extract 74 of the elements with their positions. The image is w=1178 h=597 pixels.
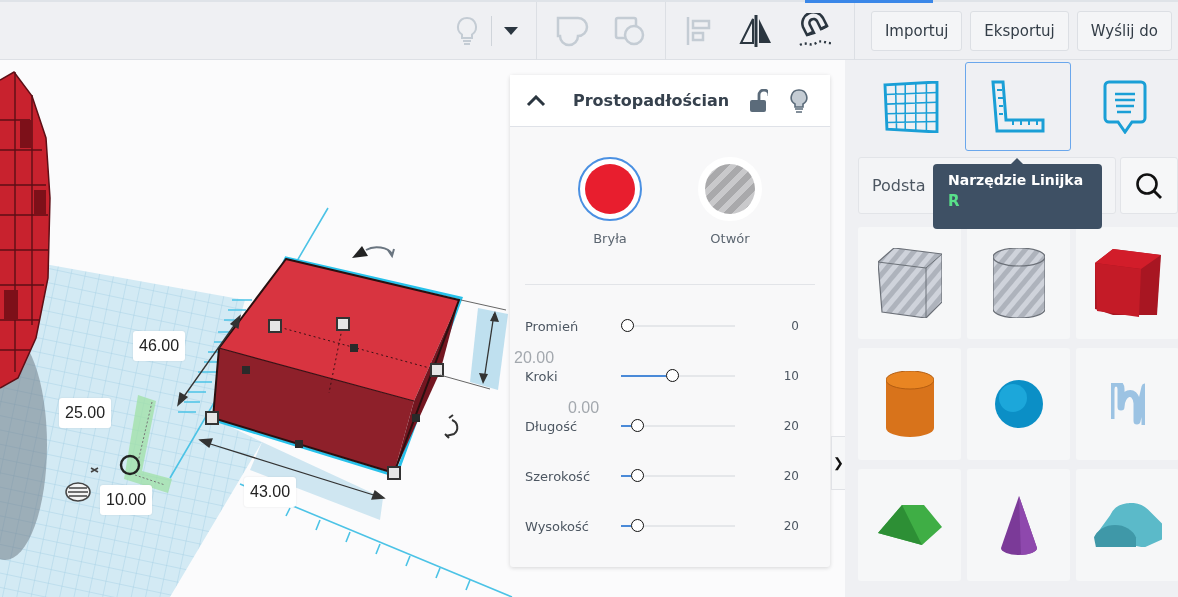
shape-tile[interactable] <box>858 348 961 460</box>
unlocked-padlock-icon[interactable] <box>750 88 768 113</box>
note-bubble-icon <box>1102 79 1147 134</box>
slider-thumb[interactable] <box>666 369 679 382</box>
search-icon <box>1135 171 1163 200</box>
mirror-icon[interactable] <box>737 13 774 48</box>
dimension-label[interactable]: 46.00 <box>133 331 186 361</box>
slider-thumb[interactable] <box>621 319 634 332</box>
parameter-value: 10 <box>782 369 799 383</box>
parameter-label: Kroki <box>525 368 559 384</box>
resize-handle[interactable] <box>205 411 219 425</box>
parameter-value: 20 <box>782 519 799 533</box>
parameter-label: Długość <box>525 418 579 434</box>
lightbulb-icon[interactable] <box>790 88 808 113</box>
slider-thumb[interactable] <box>631 519 644 532</box>
tooltip-shortcut: R <box>948 192 961 210</box>
dimension-label[interactable]: 25.00 <box>59 398 112 428</box>
cone-drawing <box>1000 495 1037 555</box>
parameter-value: 0 <box>790 319 799 333</box>
search-button[interactable] <box>1120 157 1178 214</box>
mode-label: Otwór <box>710 231 750 246</box>
cylinder-drawing <box>885 371 934 437</box>
shape-tile[interactable] <box>1076 348 1178 460</box>
faded-dimension-label: 20.00 <box>514 349 555 367</box>
shape-tile[interactable] <box>967 469 1070 581</box>
view-tab[interactable] <box>964 62 1072 151</box>
toolbar-button[interactable]: Wyślij do <box>1076 10 1172 51</box>
resize-handle[interactable] <box>336 317 350 331</box>
resize-handle[interactable] <box>268 319 282 333</box>
slider-thumb[interactable] <box>631 419 644 432</box>
collapse-caret-icon[interactable] <box>526 94 546 107</box>
striped-circle-icon[interactable] <box>65 482 91 502</box>
close-icon[interactable] <box>90 467 99 473</box>
parameter-label: Szerokość <box>525 468 592 484</box>
resize-handle[interactable] <box>387 466 401 480</box>
parameter-value: 20 <box>782 469 799 483</box>
shape-tile[interactable] <box>1076 469 1178 581</box>
toolbar-button[interactable]: Eksportuj <box>970 10 1069 51</box>
half-cylinder-drawing <box>1093 502 1162 548</box>
dimension-label[interactable]: 10.00 <box>100 485 153 515</box>
shape-tile[interactable] <box>858 227 961 339</box>
parameter-label: Wysokość <box>525 518 590 534</box>
wedge-drawing <box>877 505 942 545</box>
slider-thumb[interactable] <box>631 469 644 482</box>
edge-handle[interactable] <box>295 440 303 448</box>
rotate-arrow-icon[interactable] <box>352 246 395 259</box>
workplane-grid-icon <box>882 80 941 133</box>
box-drawing <box>1094 249 1161 317</box>
origin-handle[interactable] <box>119 454 141 476</box>
edge-handle[interactable] <box>350 344 358 352</box>
mode-label: Bryła <box>593 231 627 246</box>
shape-tile[interactable] <box>967 348 1070 460</box>
edge-handle[interactable] <box>242 366 250 374</box>
caret-icon[interactable] <box>503 26 518 35</box>
squiggle-drawing <box>1110 383 1145 425</box>
ruler-icon <box>991 79 1045 134</box>
box-hole-drawing <box>877 248 942 318</box>
solid-color-swatch[interactable] <box>578 157 642 221</box>
cylinder-hole-drawing <box>992 248 1045 318</box>
shape-tile[interactable] <box>967 227 1070 339</box>
shape-tile[interactable] <box>1076 227 1178 339</box>
resize-handle[interactable] <box>430 363 444 377</box>
dimension-label[interactable]: 43.00 <box>244 477 297 507</box>
tooltip-title: Narzędzie Linijka <box>948 172 1085 188</box>
collapse-toggle[interactable]: ❯ <box>831 436 845 490</box>
parameter-value: 20 <box>782 419 799 433</box>
rotate-arrow-icon[interactable] <box>444 414 459 439</box>
shape-tile[interactable] <box>858 469 961 581</box>
shape-title: Prostopadłościan <box>573 91 731 110</box>
sphere-drawing <box>994 380 1043 428</box>
toolbar-button[interactable]: Importuj <box>870 10 963 51</box>
faded-dimension-label: 0.00 <box>568 399 600 417</box>
edge-handle[interactable] <box>412 414 420 422</box>
parameter-label: Promień <box>525 318 580 334</box>
